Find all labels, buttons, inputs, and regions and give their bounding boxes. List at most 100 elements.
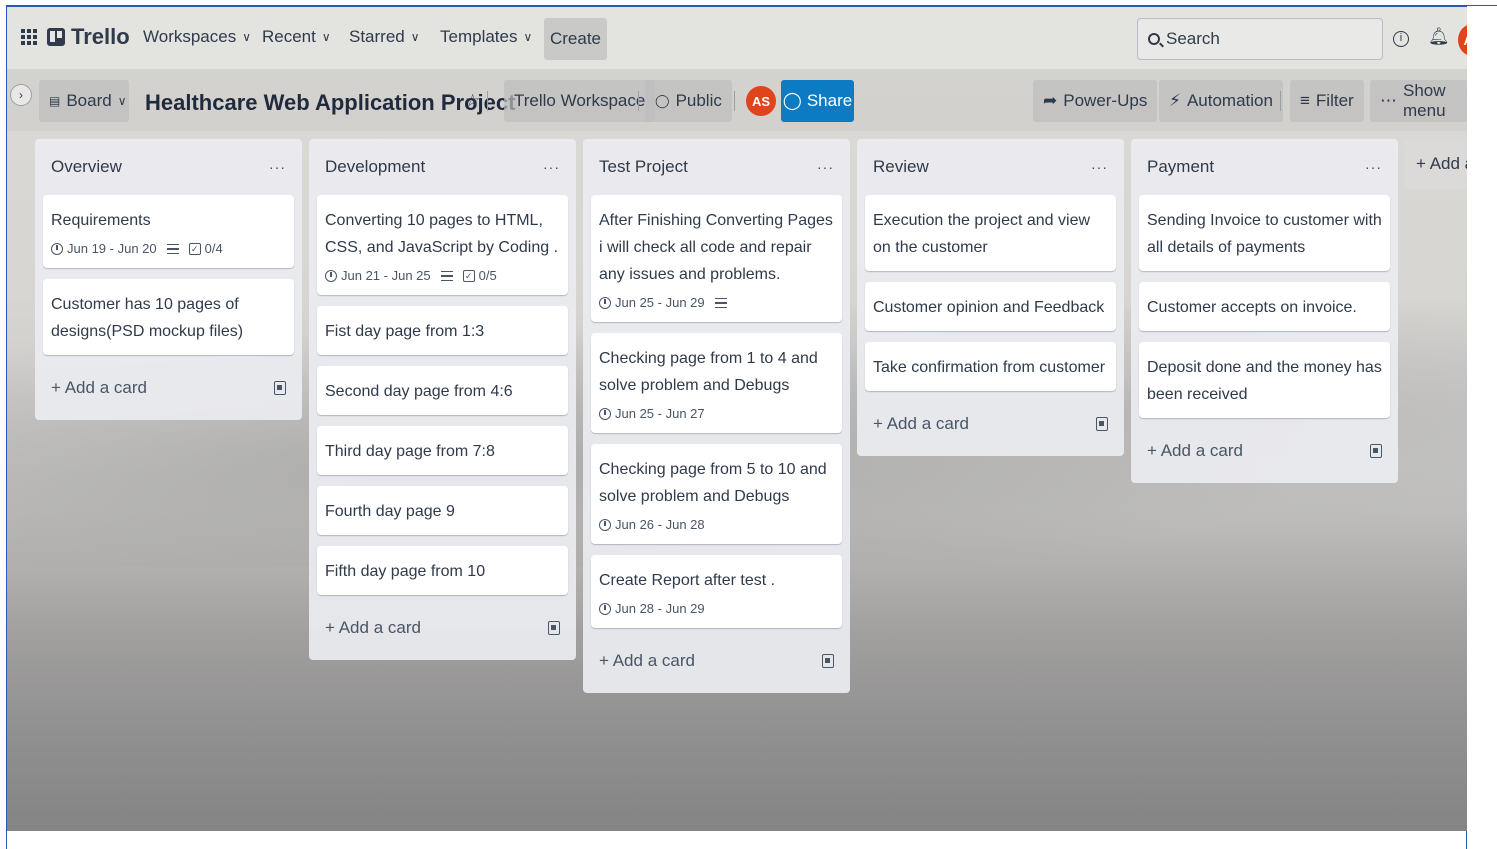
app-switcher-icon[interactable] bbox=[21, 29, 37, 45]
template-icon[interactable] bbox=[548, 621, 560, 635]
description-icon bbox=[440, 271, 453, 281]
add-card-button[interactable]: + Add a card bbox=[591, 639, 842, 683]
list-menu-icon[interactable]: ··· bbox=[1365, 159, 1382, 175]
avatar[interactable]: AS bbox=[1458, 24, 1467, 56]
due-date-badge[interactable]: Jun 25 - Jun 27 bbox=[599, 405, 705, 423]
board-header: › ▤ Board ∨ Healthcare Web Application P… bbox=[7, 69, 1467, 131]
plus-icon: + bbox=[325, 618, 339, 637]
plus-icon: + bbox=[51, 378, 65, 397]
create-button[interactable]: Create bbox=[544, 18, 607, 60]
share-button[interactable]: ◯ Share bbox=[781, 80, 854, 122]
card[interactable]: Fifth day page from 10 bbox=[317, 546, 568, 595]
star-button[interactable]: ☆ bbox=[455, 80, 490, 122]
list-header[interactable]: Payment ··· bbox=[1139, 139, 1390, 195]
workspaces-menu[interactable]: Workspaces ∨ bbox=[143, 27, 251, 47]
templates-menu[interactable]: Templates ∨ bbox=[440, 27, 532, 47]
board-view-switcher[interactable]: ▤ Board ∨ bbox=[39, 80, 129, 122]
add-card-button[interactable]: + Add a card bbox=[1139, 429, 1390, 473]
add-card-button[interactable]: + Add a card bbox=[317, 606, 568, 650]
card[interactable]: Fist day page from 1:3 bbox=[317, 306, 568, 355]
list-header[interactable]: Development ··· bbox=[317, 139, 568, 195]
automation-button[interactable]: ⚡︎ Automation bbox=[1159, 80, 1283, 122]
due-date-badge[interactable]: Jun 19 - Jun 20 bbox=[51, 240, 157, 258]
card[interactable]: Checking page from 1 to 4 and solve prob… bbox=[591, 333, 842, 433]
card-badges: Jun 21 - Jun 25 ✓ 0/5 bbox=[325, 267, 560, 285]
due-date-badge[interactable]: Jun 28 - Jun 29 bbox=[599, 600, 705, 618]
card[interactable]: Fourth day page 9 bbox=[317, 486, 568, 535]
clock-icon bbox=[599, 519, 611, 531]
expand-sidebar-button[interactable]: › bbox=[10, 84, 32, 106]
plus-icon: + bbox=[599, 651, 613, 670]
list-header[interactable]: Overview ··· bbox=[43, 139, 294, 195]
due-date-badge[interactable]: Jun 25 - Jun 29 bbox=[599, 294, 705, 312]
card[interactable]: Customer opinion and Feedback bbox=[865, 282, 1116, 331]
clock-icon bbox=[325, 270, 337, 282]
card-title: Fist day page from 1:3 bbox=[325, 323, 485, 340]
board-icon: ▤ bbox=[49, 94, 61, 108]
template-icon[interactable] bbox=[274, 381, 286, 395]
list-menu-icon[interactable]: ··· bbox=[269, 159, 286, 175]
checkbox-icon: ✓ bbox=[188, 243, 201, 255]
lightning-icon: ⚡︎ bbox=[1169, 91, 1181, 110]
card-title: Customer opinion and Feedback bbox=[873, 299, 1105, 316]
list-header[interactable]: Test Project ··· bbox=[591, 139, 842, 195]
template-icon[interactable] bbox=[822, 654, 834, 668]
list-test-project: Test Project ··· After Finishing Convertin… bbox=[583, 139, 850, 693]
trello-logo[interactable]: Trello bbox=[47, 24, 130, 50]
search-icon bbox=[1148, 33, 1160, 45]
due-date-badge[interactable]: Jun 21 - Jun 25 bbox=[325, 267, 431, 285]
add-card-button[interactable]: + Add a card bbox=[865, 402, 1116, 446]
list-review: Review ··· Execution the project and view … bbox=[857, 139, 1124, 456]
powerups-button[interactable]: ➦ Power-Ups bbox=[1033, 80, 1158, 122]
list-menu-icon[interactable]: ··· bbox=[817, 159, 834, 175]
card-title: Checking page from 5 to 10 and solve pro… bbox=[599, 461, 827, 505]
recent-menu[interactable]: Recent ∨ bbox=[262, 27, 331, 47]
list-menu-icon[interactable]: ··· bbox=[543, 159, 560, 175]
clock-icon bbox=[599, 408, 611, 420]
card[interactable]: Take confirmation from customer bbox=[865, 342, 1116, 391]
list-menu-icon[interactable]: ··· bbox=[1091, 159, 1108, 175]
add-card-button[interactable]: + Add a card bbox=[43, 366, 294, 410]
workspace-button[interactable]: Trello Workspace bbox=[504, 80, 656, 122]
trello-logo-icon bbox=[47, 28, 65, 46]
card-badges: Jun 19 - Jun 20 ✓ 0/4 bbox=[51, 240, 286, 258]
card-title: Fifth day page from 10 bbox=[325, 563, 486, 580]
add-list-button[interactable]: + Add ano bbox=[1404, 139, 1467, 189]
card[interactable]: Second day page from 4:6 bbox=[317, 366, 568, 415]
search-input[interactable]: Search bbox=[1137, 18, 1383, 60]
card[interactable]: Converting 10 pages to HTML, CSS, and Ja… bbox=[317, 195, 568, 295]
card[interactable]: Checking page from 5 to 10 and solve pro… bbox=[591, 444, 842, 544]
visibility-button[interactable]: ◯ Public bbox=[645, 80, 732, 122]
card-badges: Jun 25 - Jun 27 bbox=[599, 405, 834, 423]
card-title: Customer has 10 pages of designs(PSD moc… bbox=[51, 296, 244, 340]
template-icon[interactable] bbox=[1370, 444, 1382, 458]
list-title: Review bbox=[873, 157, 929, 176]
card[interactable]: Deposit done and the money has been rece… bbox=[1139, 342, 1390, 418]
card-title: Customer accepts on invoice. bbox=[1147, 299, 1357, 316]
starred-menu[interactable]: Starred ∨ bbox=[349, 27, 420, 47]
card[interactable]: Third day page from 7:8 bbox=[317, 426, 568, 475]
checkbox-icon: ✓ bbox=[462, 270, 475, 282]
card[interactable]: Customer has 10 pages of designs(PSD moc… bbox=[43, 279, 294, 355]
card[interactable]: Customer accepts on invoice. bbox=[1139, 282, 1390, 331]
info-icon[interactable]: i bbox=[1393, 31, 1409, 47]
list-title: Overview bbox=[51, 157, 122, 176]
filter-button[interactable]: ≡ Filter bbox=[1290, 80, 1364, 122]
plus-icon: + bbox=[873, 414, 887, 433]
show-menu-button[interactable]: ⋯ Show menu bbox=[1370, 80, 1467, 122]
card[interactable]: Create Report after test . Jun 28 - Jun 2… bbox=[591, 555, 842, 628]
chevron-down-icon: ∨ bbox=[242, 30, 252, 44]
bell-icon[interactable]: 🔔︎ bbox=[1428, 27, 1450, 47]
due-date-badge[interactable]: Jun 26 - Jun 28 bbox=[599, 516, 705, 534]
card[interactable]: Requirements Jun 19 - Jun 20 ✓ 0/4 bbox=[43, 195, 294, 268]
list-header[interactable]: Review ··· bbox=[865, 139, 1116, 195]
list-title: Development bbox=[325, 157, 426, 176]
card-title: Second day page from 4:6 bbox=[325, 383, 513, 400]
description-icon bbox=[714, 298, 727, 308]
template-icon[interactable] bbox=[1096, 417, 1108, 431]
description-icon bbox=[166, 244, 179, 254]
card[interactable]: After Finishing Converting Pages i will … bbox=[591, 195, 842, 322]
member-avatar[interactable]: AS bbox=[746, 86, 776, 116]
card[interactable]: Sending Invoice to customer with all det… bbox=[1139, 195, 1390, 271]
card[interactable]: Execution the project and view on the cu… bbox=[865, 195, 1116, 271]
